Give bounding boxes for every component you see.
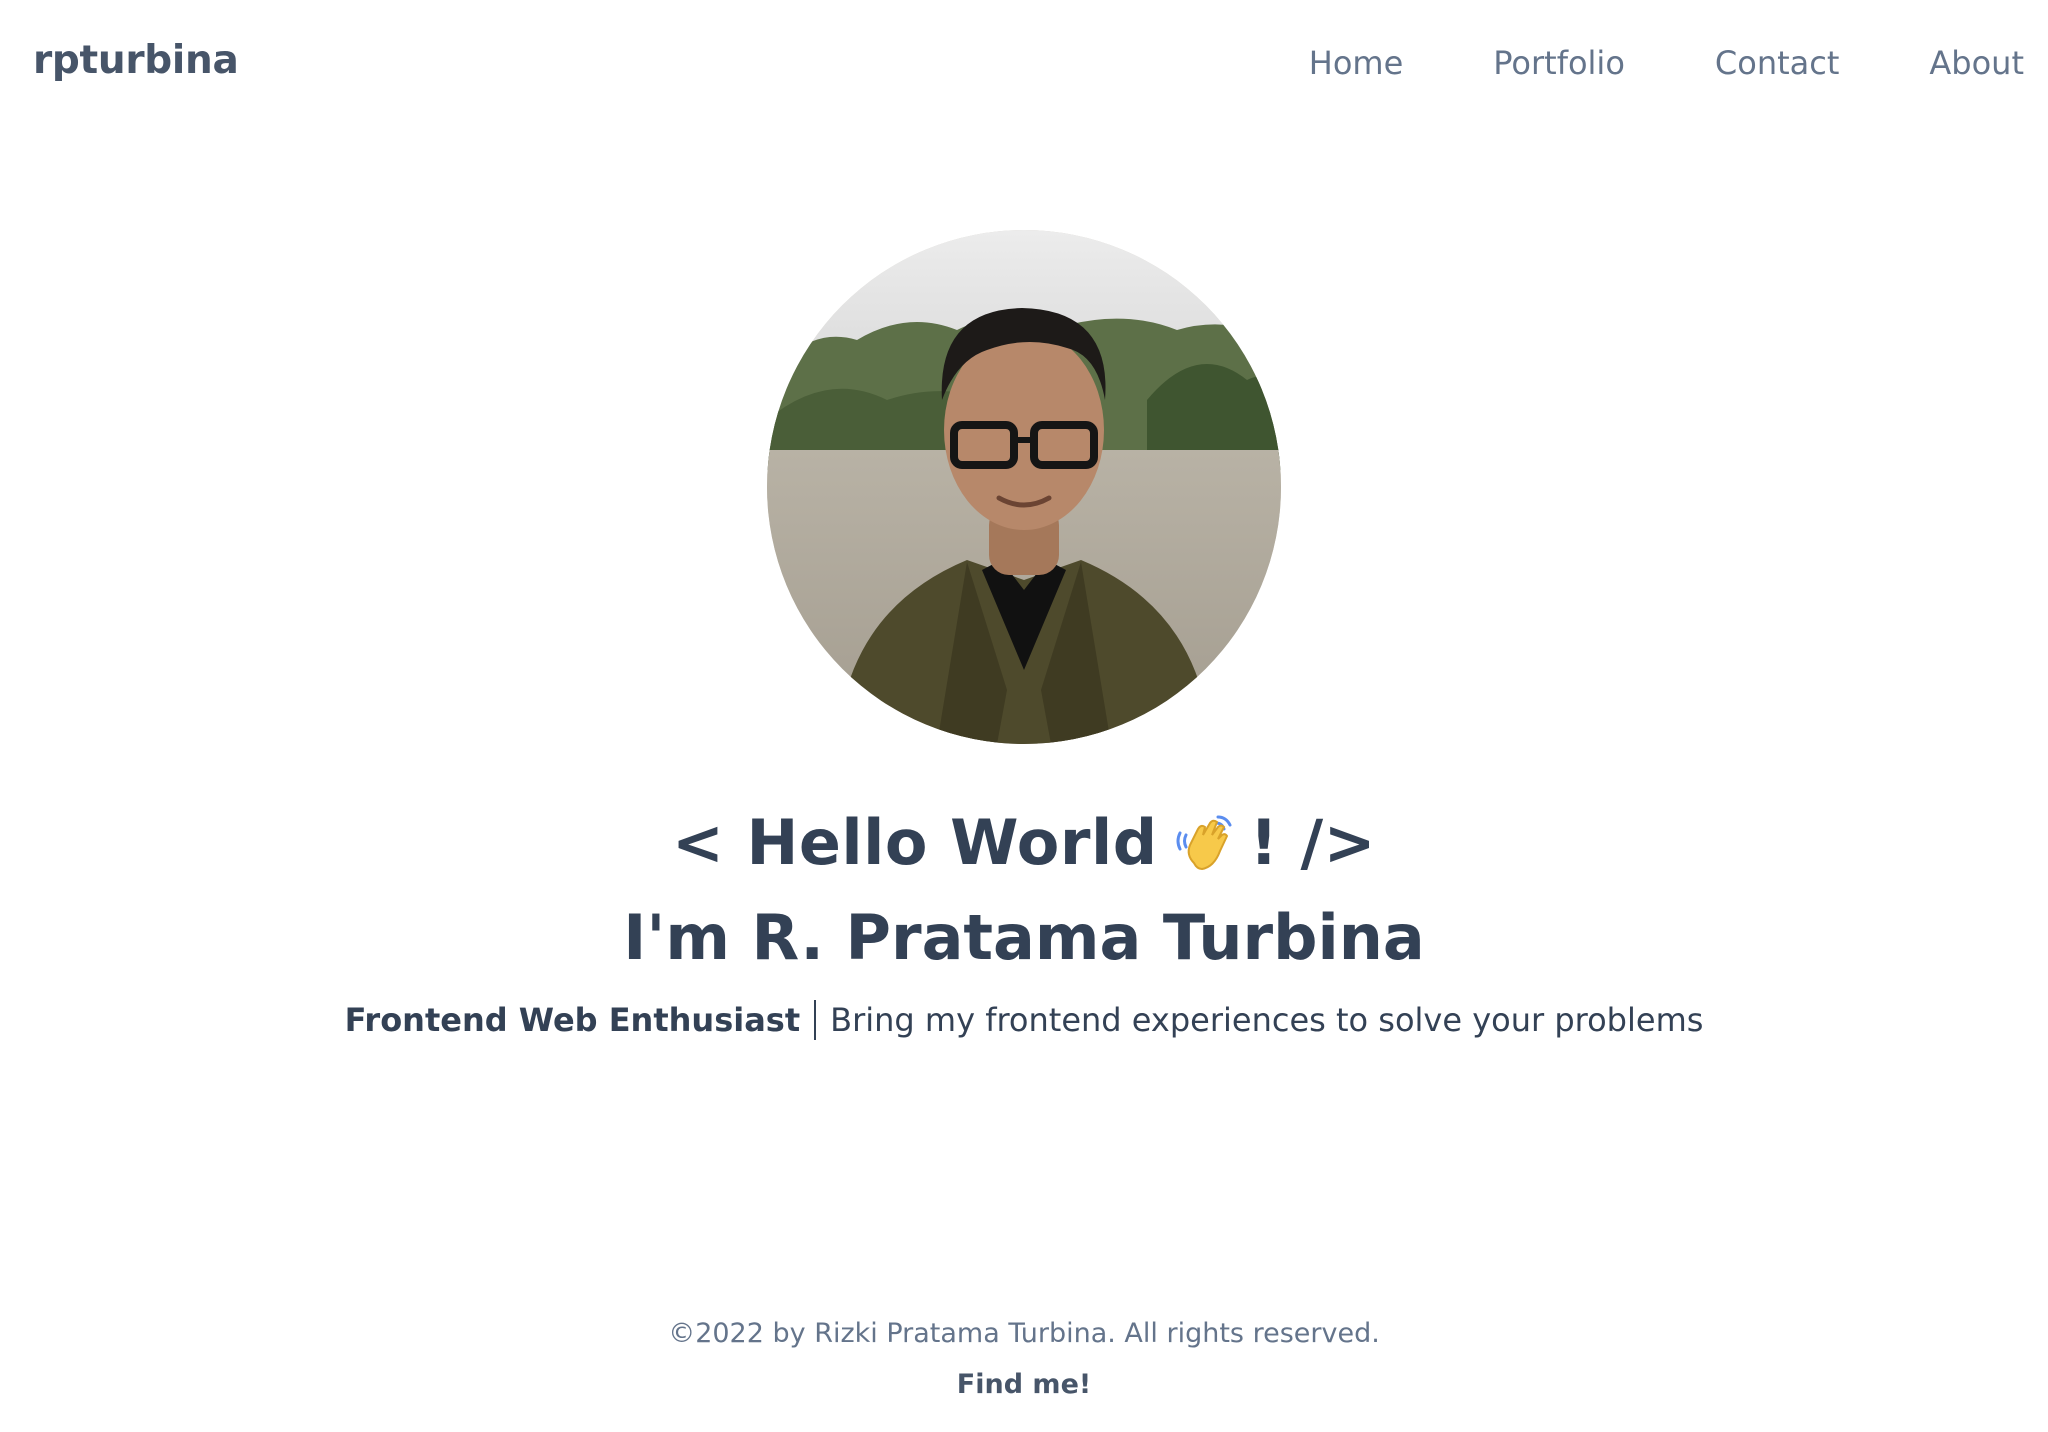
nav-link-home[interactable]: Home (1309, 44, 1404, 82)
greeting-suffix: ! /> (1249, 806, 1377, 879)
role-title: Frontend Web Enthusiast (344, 1001, 801, 1039)
profile-photo (767, 230, 1281, 744)
greeting-heading: < Hello World ! /> (672, 806, 1376, 879)
greeting-prefix: < Hello World (671, 806, 1158, 879)
find-me-link[interactable]: Find me! (957, 1369, 1091, 1400)
brand-logo-link[interactable]: rpturbina (33, 38, 239, 83)
page: rpturbina Home Portfolio Contact About <… (0, 0, 2048, 1432)
nav-menu: Home Portfolio Contact About (1309, 44, 2024, 82)
tagline-divider (814, 1000, 817, 1040)
copyright-text: ©2022 by Rizki Pratama Turbina. All righ… (668, 1318, 1380, 1349)
top-navigation: rpturbina Home Portfolio Contact About (0, 0, 2048, 130)
hero-section: < Hello World ! /> I'm R. Pratama Turbin… (0, 230, 2048, 1040)
page-footer: ©2022 by Rizki Pratama Turbina. All righ… (0, 1318, 2048, 1400)
role-description: Bring my frontend experiences to solve y… (830, 1001, 1704, 1039)
nav-link-portfolio[interactable]: Portfolio (1493, 44, 1625, 82)
waving-hand-icon (1172, 811, 1236, 875)
tagline: Frontend Web Enthusiast Bring my fronten… (344, 1000, 1704, 1040)
profile-name-heading: I'm R. Pratama Turbina (623, 901, 1425, 974)
nav-link-about[interactable]: About (1929, 44, 2024, 82)
nav-link-contact[interactable]: Contact (1715, 44, 1840, 82)
profile-avatar (767, 230, 1281, 744)
